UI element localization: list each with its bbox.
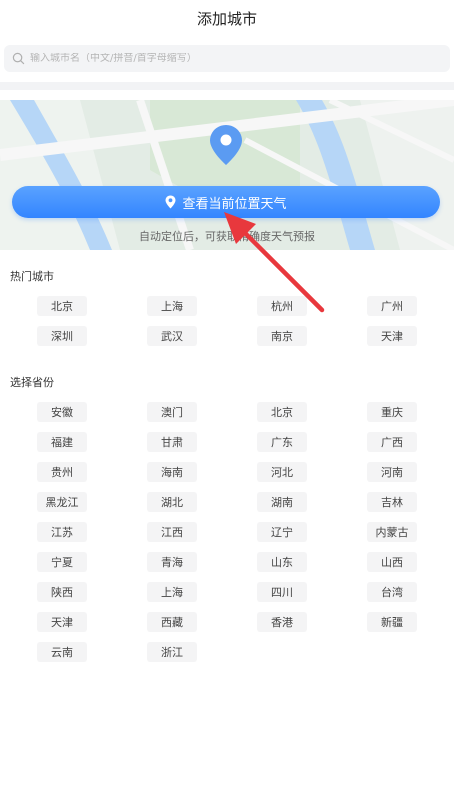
province-chip[interactable]: 福建	[37, 432, 87, 452]
province-chip[interactable]: 江西	[147, 522, 197, 542]
hot-cities-grid: 北京 上海 杭州 广州 深圳 武汉 南京 天津	[0, 296, 454, 346]
city-chip[interactable]: 南京	[257, 326, 307, 346]
search-input[interactable]	[30, 53, 442, 64]
city-chip[interactable]: 深圳	[37, 326, 87, 346]
current-location-button-label: 查看当前位置天气	[182, 196, 287, 212]
city-chip[interactable]: 北京	[37, 296, 87, 316]
province-chip[interactable]: 台湾	[367, 582, 417, 602]
province-chip[interactable]: 浙江	[147, 642, 197, 662]
province-chip[interactable]: 北京	[257, 402, 307, 422]
city-chip[interactable]: 杭州	[257, 296, 307, 316]
province-chip[interactable]: 青海	[147, 552, 197, 572]
province-chip[interactable]: 湖北	[147, 492, 197, 512]
search-icon	[12, 52, 25, 65]
map-area: 查看当前位置天气 自动定位后，可获取精确度天气预报	[0, 100, 454, 250]
header: 添加城市	[0, 0, 454, 36]
province-chip[interactable]: 西藏	[147, 612, 197, 632]
search-bar	[0, 45, 454, 72]
province-chip[interactable]: 黑龙江	[37, 492, 87, 512]
province-chip[interactable]: 内蒙古	[367, 522, 417, 542]
province-chip[interactable]: 湖南	[257, 492, 307, 512]
province-chip[interactable]: 甘肃	[147, 432, 197, 452]
province-chip[interactable]: 辽宁	[257, 522, 307, 542]
province-chip[interactable]: 广西	[367, 432, 417, 452]
province-chip[interactable]: 四川	[257, 582, 307, 602]
page-title: 添加城市	[196, 9, 257, 28]
province-chip[interactable]: 江苏	[37, 522, 87, 542]
location-hint: 自动定位后，可获取精确度天气预报	[139, 230, 315, 243]
province-chip[interactable]: 宁夏	[37, 552, 87, 572]
city-chip[interactable]: 上海	[147, 296, 197, 316]
province-chip[interactable]: 河南	[367, 462, 417, 482]
location-icon	[165, 195, 176, 209]
province-chip[interactable]: 安徽	[37, 402, 87, 422]
map-pin-icon	[210, 125, 242, 165]
province-chip[interactable]: 广东	[257, 432, 307, 452]
province-chip[interactable]: 陕西	[37, 582, 87, 602]
province-chip[interactable]: 重庆	[367, 402, 417, 422]
city-chip[interactable]: 广州	[367, 296, 417, 316]
province-chip[interactable]: 海南	[147, 462, 197, 482]
province-chip[interactable]: 香港	[257, 612, 307, 632]
province-chip[interactable]: 云南	[37, 642, 87, 662]
province-chip[interactable]: 河北	[257, 462, 307, 482]
province-chip[interactable]: 澳门	[147, 402, 197, 422]
provinces-grid: 安徽 澳门 北京 重庆 福建 甘肃 广东 广西 贵州 海南 河北 河南 黑龙江 …	[0, 402, 454, 662]
divider	[0, 82, 454, 90]
province-chip[interactable]: 天津	[37, 612, 87, 632]
province-chip[interactable]: 山东	[257, 552, 307, 572]
city-chip[interactable]: 武汉	[147, 326, 197, 346]
province-chip[interactable]: 上海	[147, 582, 197, 602]
province-chip[interactable]: 新疆	[367, 612, 417, 632]
current-location-weather-button[interactable]: 查看当前位置天气	[12, 186, 440, 218]
provinces-title: 选择省份	[10, 376, 54, 389]
city-chip[interactable]: 天津	[367, 326, 417, 346]
province-chip[interactable]: 山西	[367, 552, 417, 572]
province-chip[interactable]: 吉林	[367, 492, 417, 512]
hot-cities-title: 热门城市	[10, 270, 54, 283]
search-box[interactable]	[4, 45, 450, 72]
province-chip[interactable]: 贵州	[37, 462, 87, 482]
